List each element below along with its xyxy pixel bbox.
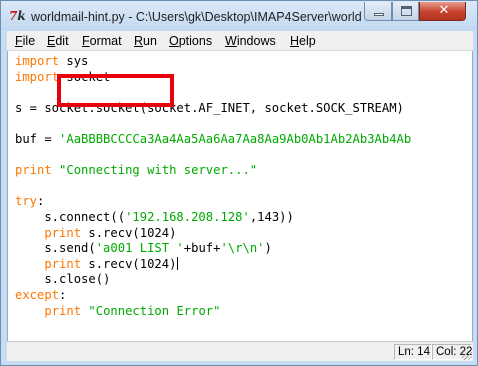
menu-item-help[interactable]: Help <box>290 31 316 51</box>
line-number-status: Ln: 14 <box>394 344 432 360</box>
menu-accelerator: F <box>82 34 90 48</box>
keyword-token: import <box>15 54 60 68</box>
close-button[interactable]: ✕ <box>419 2 466 21</box>
title-bar[interactable]: 7k worldmail-hint.py - C:\Users\gk\Deskt… <box>1 1 477 31</box>
menu-label: ptions <box>178 34 213 48</box>
string-token: "Connection Error" <box>88 303 221 318</box>
menu-label: ormat <box>89 34 122 48</box>
menu-label: un <box>143 34 157 48</box>
menu-accelerator: O <box>169 34 179 48</box>
string-token: "Connecting with server..." <box>59 163 258 178</box>
code-token: s.recv(1024) <box>81 256 177 271</box>
code-token: s.close() <box>15 272 111 287</box>
status-bar: Ln: 14 Col: 22 <box>7 341 473 361</box>
keyword-token: print <box>15 163 52 178</box>
string-token: '192.168.208.128' <box>125 210 250 224</box>
code-token: ) <box>264 241 272 256</box>
string-token: 'a001 LIST ' <box>95 241 184 256</box>
code-line: try: <box>15 193 44 209</box>
menu-item-edit[interactable]: Edit <box>47 31 69 51</box>
code-line: s.connect(('192.168.208.128',143)) <box>15 209 294 225</box>
code-line: print s.recv(1024) <box>15 225 176 241</box>
keyword-token: try <box>15 194 38 209</box>
menu-item-run[interactable]: Run <box>134 31 157 51</box>
menu-item-format[interactable]: Format <box>82 31 122 51</box>
maximize-button[interactable] <box>392 2 419 21</box>
code-token: s.recv(1024) <box>81 225 177 240</box>
resize-grip-icon[interactable] <box>462 350 472 360</box>
code-line: import sys <box>15 53 88 69</box>
idle-editor-window: 7k worldmail-hint.py - C:\Users\gk\Deskt… <box>0 0 478 366</box>
keyword-token: print <box>44 303 82 318</box>
menu-accelerator: R <box>134 34 144 48</box>
window-title: worldmail-hint.py - C:\Users\gk\Desktop\… <box>31 10 361 24</box>
string-token: '\r\n' <box>220 241 265 256</box>
code-token: s.send( <box>15 241 96 256</box>
menu-item-windows[interactable]: Windows <box>225 31 276 51</box>
keyword-token: except <box>15 288 60 302</box>
menu-item-file[interactable]: File <box>15 31 35 51</box>
close-icon: ✕ <box>438 3 450 18</box>
code-line: print s.recv(1024) <box>15 256 179 272</box>
code-line: s.close() <box>15 271 110 287</box>
menu-accelerator: H <box>290 34 300 48</box>
menu-bar: File Edit Format Run Options Windows Help <box>7 31 473 51</box>
tk-feather-icon[interactable]: 7k <box>9 8 27 24</box>
code-line: print "Connection Error" <box>15 303 220 319</box>
code-token: s.connect(( <box>15 210 126 224</box>
code-token: sys <box>59 54 89 68</box>
code-token: +buf+ <box>183 241 221 256</box>
code-line: except: <box>15 287 66 303</box>
maximize-icon <box>401 6 412 16</box>
code-token: ,143)) <box>249 210 294 224</box>
code-line: buf = 'AaBBBBCCCCa3Aa4Aa5Aa6Aa7Aa8Aa9Ab0… <box>15 131 411 147</box>
menu-label: dit <box>55 34 69 48</box>
minimize-icon <box>374 13 384 16</box>
code-token: : <box>59 288 67 302</box>
minimize-button[interactable] <box>364 2 392 21</box>
code-line: print "Connecting with server..." <box>15 162 257 178</box>
keyword-token: print <box>44 225 82 240</box>
menu-label: ile <box>22 34 36 48</box>
text-cursor <box>177 256 179 270</box>
menu-accelerator: W <box>225 34 237 48</box>
code-token: : <box>37 194 45 209</box>
code-line: s.send('a001 LIST '+buf+'\r\n') <box>15 240 272 256</box>
menu-label: elp <box>299 34 316 48</box>
menu-accelerator: F <box>15 34 23 48</box>
keyword-token: import <box>15 69 60 84</box>
string-token: 'AaBBBBCCCCa3Aa4Aa5Aa6Aa7Aa8Aa9Ab0Ab1Ab2… <box>59 132 412 146</box>
menu-label: indows <box>236 34 276 48</box>
highlight-annotation-box <box>57 74 174 107</box>
menu-item-options[interactable]: Options <box>169 31 212 51</box>
keyword-token: print <box>44 256 82 271</box>
code-token: buf = <box>15 132 60 146</box>
